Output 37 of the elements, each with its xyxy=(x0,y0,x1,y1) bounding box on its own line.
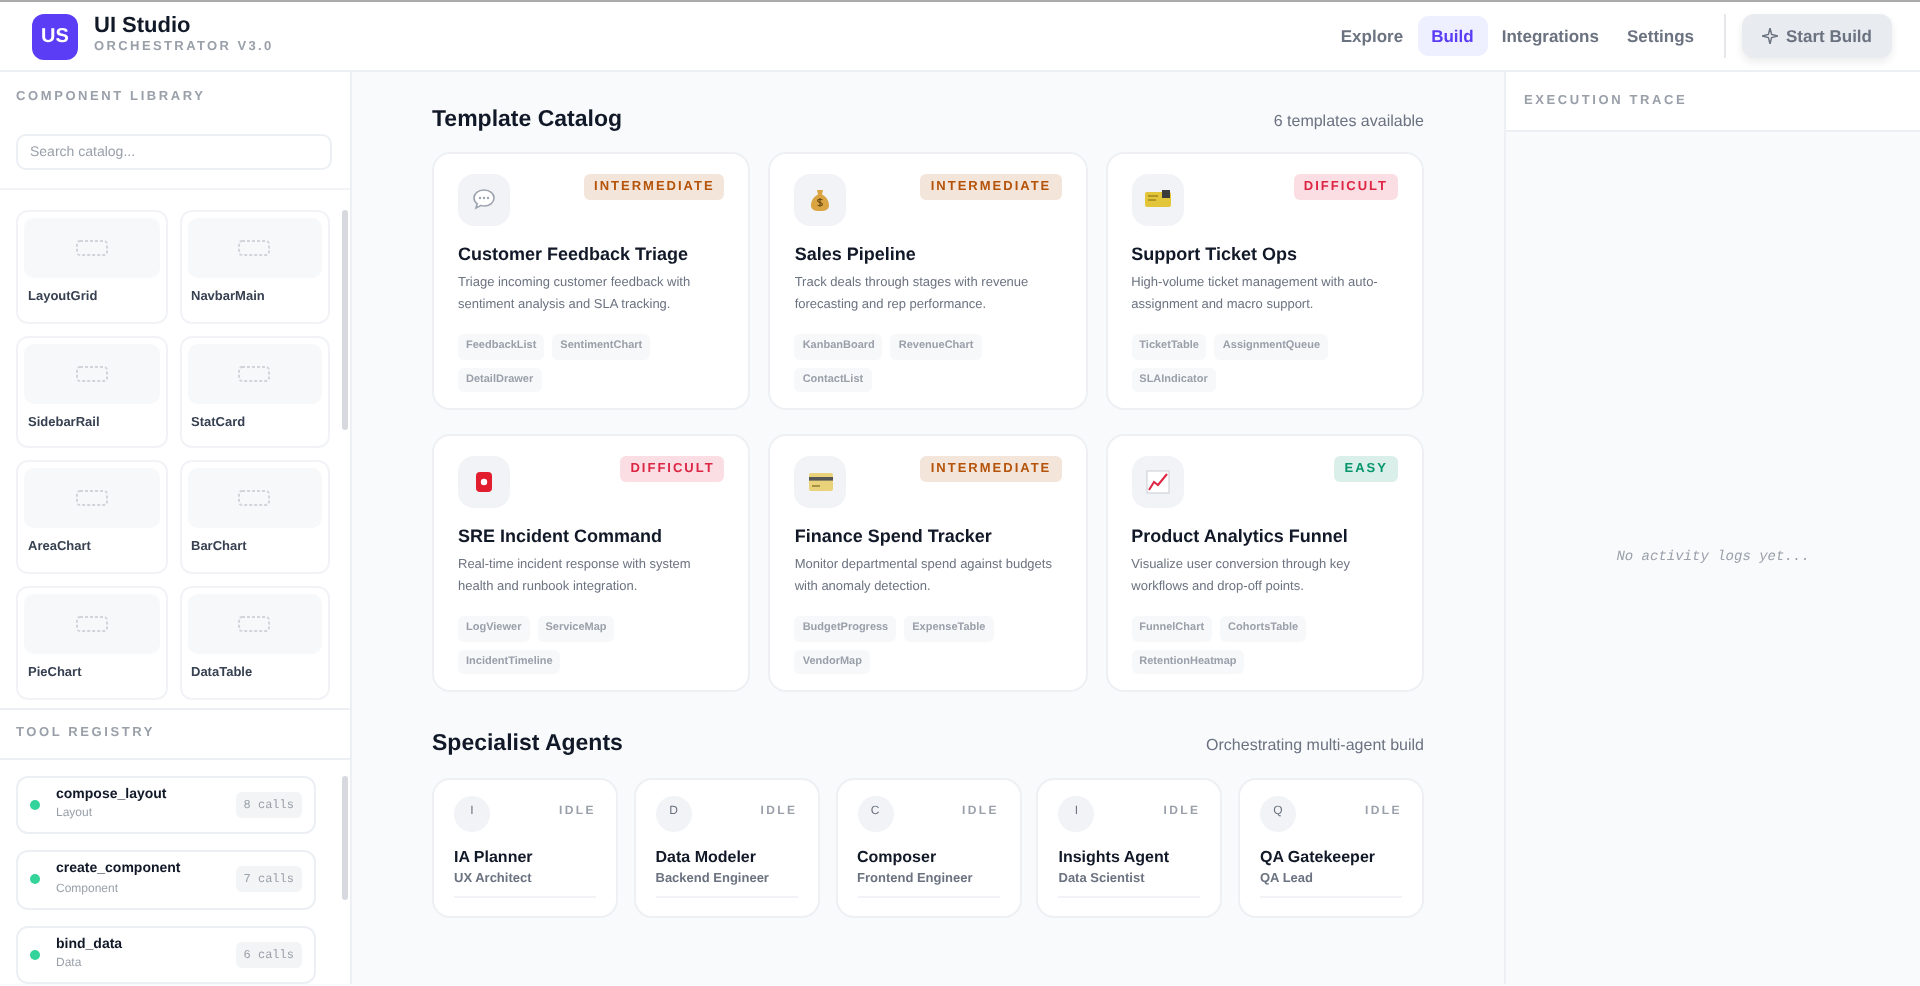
placeholder-icon xyxy=(75,616,108,632)
line-chart-icon xyxy=(1145,469,1170,494)
credit-card-icon xyxy=(807,471,834,492)
nav-tab[interactable]: Build xyxy=(1417,15,1488,57)
money-bag-icon xyxy=(810,187,831,212)
template-title: Customer Feedback Triage xyxy=(458,241,691,268)
section-title: Specialist Agents xyxy=(432,731,623,760)
agent-name: Composer xyxy=(857,845,939,870)
template-title: Sales Pipeline xyxy=(794,241,918,268)
placeholder-icon xyxy=(238,490,271,507)
nav-tab[interactable]: Explore xyxy=(1326,15,1418,57)
logo-badge: US xyxy=(32,13,78,59)
placeholder-icon xyxy=(238,239,271,256)
nav-tab[interactable]: Integrations xyxy=(1487,15,1613,57)
template-title: Product Analytics Funnel xyxy=(1131,523,1350,550)
placeholder-icon xyxy=(238,616,271,632)
start-build-button[interactable]: Start Build xyxy=(1742,13,1892,59)
placeholder-icon xyxy=(75,239,108,256)
placeholder-icon xyxy=(75,490,108,507)
agent-name: Insights Agent xyxy=(1058,845,1172,870)
app-title: UI Studio xyxy=(94,14,193,39)
agent-name: QA Gatekeeper xyxy=(1260,845,1378,870)
siren-icon xyxy=(474,469,494,494)
agents-subtitle: Orchestrating multi-agent build xyxy=(1206,733,1424,758)
template-title: Support Ticket Ops xyxy=(1131,241,1300,268)
agent-name: Data Modeler xyxy=(655,845,758,870)
sparkle-icon xyxy=(1762,28,1779,44)
section-title: Template Catalog xyxy=(432,108,622,136)
template-count: 6 templates available xyxy=(1273,109,1424,134)
ticket-icon xyxy=(1143,190,1172,209)
template-title: Finance Spend Tracker xyxy=(794,523,994,550)
placeholder-icon xyxy=(238,365,271,381)
nav-tab[interactable]: Settings xyxy=(1612,15,1709,57)
agent-name: IA Planner xyxy=(454,845,535,870)
speech-bubble-icon xyxy=(472,188,496,211)
placeholder-icon xyxy=(75,365,108,381)
template-title: SRE Incident Command xyxy=(458,523,665,550)
